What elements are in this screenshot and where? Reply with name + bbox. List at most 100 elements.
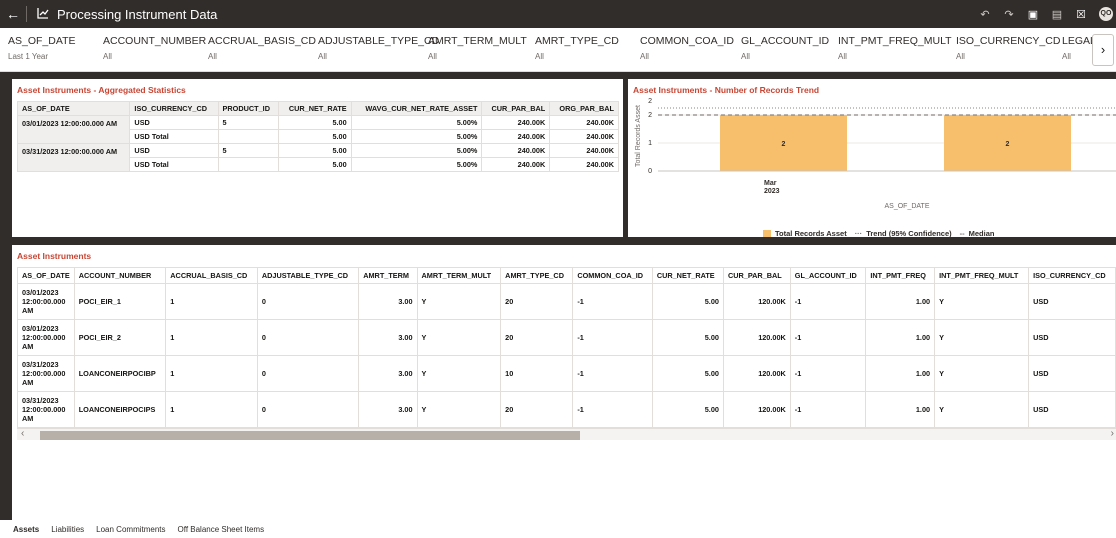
filter-value: All xyxy=(428,52,437,61)
table-cell: 1.00 xyxy=(865,283,936,320)
filter-value: All xyxy=(103,52,112,61)
filter-label: AMRT_TYPE_CD xyxy=(535,35,619,47)
table-cell: 1 xyxy=(165,391,258,428)
save-icon[interactable]: ▣ xyxy=(1021,8,1045,21)
column-header[interactable]: INT_PMT_FREQ xyxy=(865,267,936,284)
filter-iso-currency-cd[interactable]: ISO_CURRENCY_CD All xyxy=(956,35,1060,61)
column-header[interactable]: CUR_NET_RATE xyxy=(278,101,352,116)
table-cell: 20 xyxy=(500,283,574,320)
scroll-left-icon[interactable]: ‹ xyxy=(21,428,24,439)
filter-value: All xyxy=(535,52,544,61)
filter-value: All xyxy=(838,52,847,61)
table-row[interactable]: 03/01/2023 12:00:00.000 AM POCI_EIR_2 1 0 3.… xyxy=(17,319,1116,356)
filter-label: ACCRUAL_BASIS_CD xyxy=(208,35,316,47)
table-cell: 3.00 xyxy=(358,355,418,392)
y-axis-label: Total Records Asset xyxy=(635,105,642,167)
filter-int-pmt-freq-mult[interactable]: INT_PMT_FREQ_MULT All xyxy=(838,35,952,61)
table-cell xyxy=(217,157,280,172)
column-header[interactable]: ACCOUNT_NUMBER xyxy=(73,267,167,284)
header-actions: ↶ ↷ ▣ ▤ ☒ QO xyxy=(973,0,1116,28)
table-cell: Y xyxy=(934,283,1030,320)
scrollbar-thumb[interactable] xyxy=(40,431,580,440)
column-header[interactable]: ORG_PAR_BAL xyxy=(549,101,619,116)
tab-liabilities[interactable]: Liabilities xyxy=(51,525,84,534)
table-cell: 240.00K xyxy=(481,115,551,130)
table-cell: USD xyxy=(129,115,219,130)
table-cell: 120.00K xyxy=(722,283,791,320)
tab-loan-commitments[interactable]: Loan Commitments xyxy=(96,525,165,534)
table-cell: USD xyxy=(1028,319,1116,356)
column-header[interactable]: COMMON_COA_ID xyxy=(572,267,653,284)
column-header[interactable]: CUR_NET_RATE xyxy=(651,267,724,284)
avatar[interactable]: QO xyxy=(1099,7,1113,21)
table-cell: USD xyxy=(129,143,219,158)
legend-label-median[interactable]: Median xyxy=(969,229,995,237)
filter-amrt-term-mult[interactable]: AMRT_TERM_MULT All xyxy=(428,35,527,61)
scroll-right-icon[interactable]: › xyxy=(1111,428,1114,439)
table-row[interactable]: 03/01/2023 12:00:00.000 AM POCI_EIR_1 1 0 3.… xyxy=(17,283,1116,320)
filter-label: ISO_CURRENCY_CD xyxy=(956,35,1061,47)
table-cell: 5.00 xyxy=(651,391,724,428)
back-arrow-icon[interactable]: ← xyxy=(0,6,26,22)
column-header[interactable]: GL_ACCOUNT_ID xyxy=(789,267,867,284)
filter-legal[interactable]: LEGAL All xyxy=(1062,35,1096,61)
filter-label: ADJUSTABLE_TYPE_CD xyxy=(318,35,440,47)
column-header[interactable]: ISO_CURRENCY_CD xyxy=(1028,267,1116,284)
table-cell: -1 xyxy=(789,391,867,428)
column-header[interactable]: CUR_PAR_BAL xyxy=(481,101,551,116)
table-row[interactable]: 03/31/2023 12:00:00.000 AM LOANCONEIRPOCI… xyxy=(17,355,1116,392)
redo-icon[interactable]: ↷ xyxy=(997,8,1021,21)
column-header[interactable]: AS_OF_DATE xyxy=(16,101,131,116)
filter-value: All xyxy=(741,52,750,61)
close-icon[interactable]: ☒ xyxy=(1069,8,1093,21)
column-header[interactable]: AMRT_TERM_MULT xyxy=(416,267,502,284)
column-header[interactable]: AS_OF_DATE xyxy=(17,267,75,284)
table-row[interactable]: 03/31/2023 12:00:00.000 AM LOANCONEIRPOCI… xyxy=(17,391,1116,428)
column-header[interactable]: CUR_PAR_BAL xyxy=(722,267,791,284)
aggregated-statistics-table: AS_OF_DATE ISO_CURRENCY_CD PRODUCT_ID CU… xyxy=(16,101,619,172)
column-header[interactable]: ADJUSTABLE_TYPE_CD xyxy=(256,267,360,284)
column-header[interactable]: PRODUCT_ID xyxy=(217,101,280,116)
table-cell: 1 xyxy=(165,355,258,392)
tab-assets[interactable]: Assets xyxy=(13,525,39,534)
table-cell: 5.00 xyxy=(278,143,352,158)
undo-icon[interactable]: ↶ xyxy=(973,8,997,21)
horizontal-scrollbar[interactable]: ‹ › xyxy=(17,428,1116,440)
table-row: 03/01/2023 12:00:00.000 AM USD 5 5.00 5.… xyxy=(16,115,619,144)
present-icon[interactable]: ▤ xyxy=(1045,8,1069,21)
legend-swatch-median: -- xyxy=(959,229,965,237)
table-cell: USD xyxy=(1028,355,1116,392)
table-cell: 03/31/2023 12:00:00.000 AM xyxy=(17,355,75,392)
table-cell: 0 xyxy=(256,391,360,428)
column-header[interactable]: AMRT_TYPE_CD xyxy=(500,267,574,284)
table-cell: 03/01/2023 12:00:00.000 AM xyxy=(17,283,75,320)
table-cell: 20 xyxy=(500,391,574,428)
filter-accrual-basis-cd[interactable]: ACCRUAL_BASIS_CD All xyxy=(208,35,316,61)
panel-title: Asset Instruments - Aggregated Statistic… xyxy=(17,85,186,95)
filter-as-of-date[interactable]: AS_OF_DATE Last 1 Year xyxy=(8,35,76,61)
filter-adjustable-type-cd[interactable]: ADJUSTABLE_TYPE_CD All xyxy=(318,35,439,61)
table-cell: 1 xyxy=(165,283,258,320)
filter-gl-account-id[interactable]: GL_ACCOUNT_ID All xyxy=(741,35,829,61)
tab-off-balance-sheet-items[interactable]: Off Balance Sheet Items xyxy=(178,525,265,534)
filter-common-coa-id[interactable]: COMMON_COA_ID All xyxy=(640,35,734,61)
filter-label: GL_ACCOUNT_ID xyxy=(741,35,830,47)
legend-label-bar[interactable]: Total Records Asset xyxy=(775,229,847,237)
column-header[interactable]: ISO_CURRENCY_CD xyxy=(129,101,219,116)
table-cell: -1 xyxy=(572,319,653,356)
table-cell: 5.00% xyxy=(350,157,483,172)
table-cell: 240.00K xyxy=(481,143,551,158)
y-tick-label: 2 xyxy=(648,112,652,119)
filter-next-button[interactable]: › xyxy=(1092,34,1114,66)
table-cell: 3.00 xyxy=(358,319,418,356)
column-header[interactable]: AMRT_TERM xyxy=(358,267,418,284)
column-header[interactable]: WAVG_CUR_NET_RATE_ASSET xyxy=(350,101,483,116)
filter-amrt-type-cd[interactable]: AMRT_TYPE_CD All xyxy=(535,35,619,61)
column-header[interactable]: INT_PMT_FREQ_MULT xyxy=(934,267,1030,284)
table-cell: 0 xyxy=(256,283,360,320)
filter-account-number[interactable]: ACCOUNT_NUMBER All xyxy=(103,35,206,61)
column-header[interactable]: ACCRUAL_BASIS_CD xyxy=(165,267,258,284)
table-cell: Y xyxy=(416,391,502,428)
legend-label-trend[interactable]: Trend (95% Confidence) xyxy=(866,229,951,237)
y-tick-label: 1 xyxy=(648,140,652,147)
